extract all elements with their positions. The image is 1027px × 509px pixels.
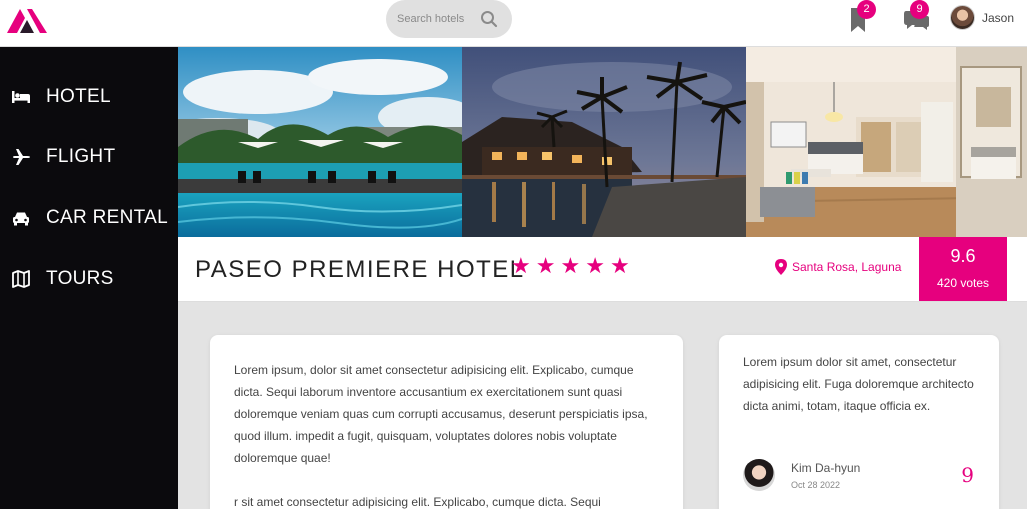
description-card: Lorem ipsum, dolor sit amet consectetur …	[210, 335, 683, 509]
star-rating: ★ ★ ★ ★ ★	[511, 256, 630, 278]
messages-badge: 9	[910, 0, 929, 19]
rating-score-box: 9.6 420 votes	[919, 237, 1007, 301]
rating-votes: 420 votes	[936, 276, 990, 290]
plane-icon	[13, 149, 30, 165]
sidebar-item-car-rental[interactable]: CAR RENTAL	[0, 198, 178, 238]
star-icon: ★	[609, 254, 630, 279]
bed-icon	[12, 91, 30, 103]
location-text[interactable]: Santa Rosa, Laguna	[792, 260, 901, 274]
search-input[interactable]	[397, 13, 477, 25]
bookmarks-button[interactable]: 2	[846, 0, 876, 35]
review-card: Lorem ipsum dolor sit amet, consectetur …	[719, 335, 999, 509]
reviewer-avatar[interactable]	[743, 459, 775, 491]
bookmarks-badge: 2	[857, 0, 876, 19]
map-pin-icon	[775, 259, 787, 275]
hotel-title-bar: PASEO PREMIERE HOTEL ★ ★ ★ ★ ★ Santa Rosa, L…	[178, 237, 1027, 302]
description-paragraph: r sit amet consectetur adipisicing elit.…	[234, 495, 601, 509]
resort-night-photo[interactable]	[462, 47, 746, 237]
sidebar-item-tours[interactable]: TOURS	[0, 259, 178, 299]
sidebar-item-label: CAR RENTAL	[46, 207, 168, 228]
star-icon: ★	[511, 254, 531, 279]
user-menu[interactable]: Jason	[950, 5, 1014, 30]
review-date: Oct 28 2022	[791, 479, 841, 490]
search-icon[interactable]	[480, 10, 498, 28]
car-icon	[13, 212, 29, 226]
hotel-room-photo[interactable]	[746, 47, 1027, 237]
map-icon	[12, 270, 30, 288]
user-name[interactable]: Jason	[982, 11, 1014, 25]
hotel-name: PASEO PREMIERE HOTEL	[195, 256, 525, 283]
review-text: Lorem ipsum dolor sit amet, consectetur …	[743, 355, 974, 413]
sidebar-item-label: HOTEL	[46, 86, 111, 107]
reviewer-name[interactable]: Kim Da-hyun	[791, 461, 860, 475]
hotel-location[interactable]: Santa Rosa, Laguna	[775, 259, 901, 275]
hotel-photo-gallery	[178, 47, 1027, 237]
sidebar: HOTEL FLIGHT CAR RENTAL TOURS	[0, 47, 178, 509]
search-box[interactable]	[386, 0, 512, 38]
sidebar-item-label: TOURS	[46, 268, 114, 289]
rating-score: 9.6	[950, 246, 976, 266]
description-paragraph: Lorem ipsum, dolor sit amet consectetur …	[234, 363, 648, 465]
brand-logo-icon[interactable]	[7, 7, 47, 33]
reviewer: Kim Da-hyun Oct 28 2022	[743, 459, 860, 491]
review-score: 9	[961, 463, 974, 487]
star-icon: ★	[535, 254, 556, 279]
star-icon: ★	[560, 254, 581, 279]
sidebar-item-hotel[interactable]: HOTEL	[0, 77, 178, 117]
pool-photo[interactable]	[178, 47, 462, 237]
sidebar-item-label: FLIGHT	[46, 146, 116, 167]
sidebar-item-flight[interactable]: FLIGHT	[0, 137, 178, 177]
messages-button[interactable]: 9	[902, 0, 932, 35]
star-icon: ★	[585, 254, 605, 279]
avatar[interactable]	[950, 5, 975, 30]
top-bar: 2 9 Jason	[0, 0, 1027, 47]
